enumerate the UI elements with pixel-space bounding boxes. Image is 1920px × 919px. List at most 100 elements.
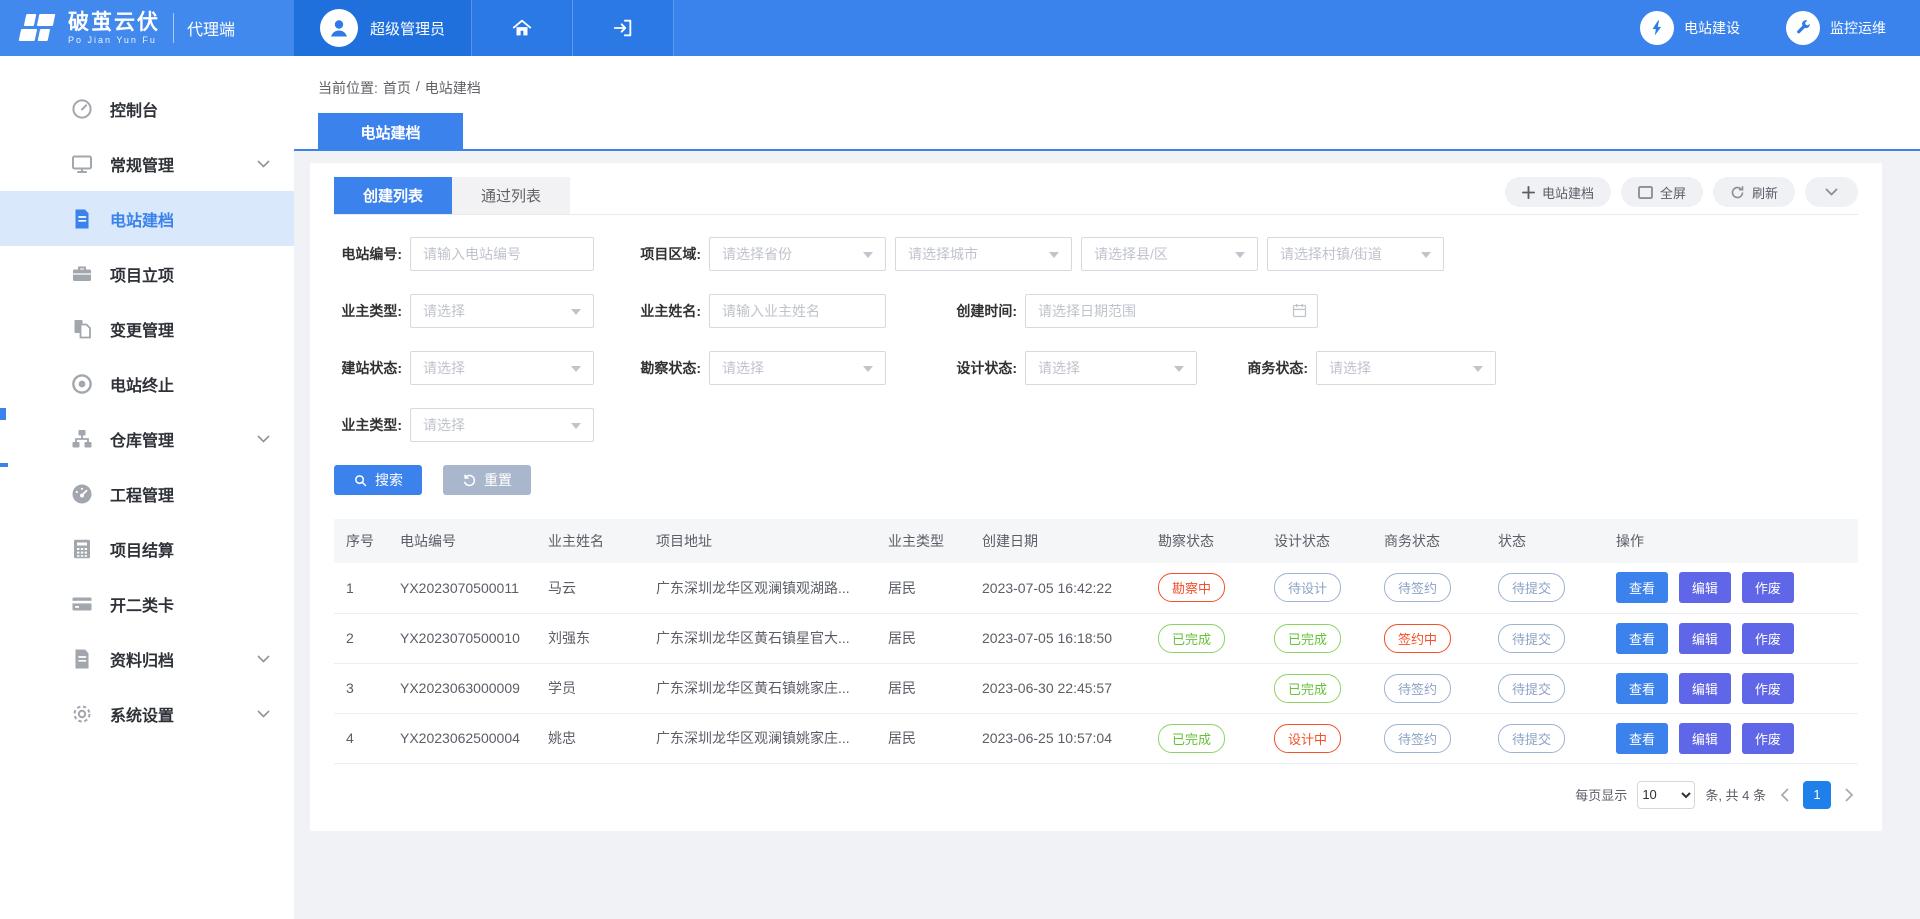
- nav-label-station-build: 电站建设: [1684, 18, 1740, 38]
- brand-logo-icon: [18, 11, 58, 45]
- province-select[interactable]: 请选择省份: [709, 237, 886, 271]
- status-badge: 待提交: [1498, 724, 1565, 753]
- table-row: 4 YX2023062500004 姚忠 广东深圳龙华区观澜镇姚家庄... 居民…: [334, 713, 1858, 763]
- station-code-input[interactable]: [410, 237, 594, 271]
- nav-item-monitor-ops[interactable]: 监控运维: [1786, 11, 1886, 45]
- tab-passed-list[interactable]: 通过列表: [452, 177, 570, 214]
- col-created: 创建日期: [972, 519, 1148, 563]
- sidebar-item-general-mgmt[interactable]: 常规管理: [0, 136, 294, 191]
- sidebar-item-project-initiation[interactable]: 项目立项: [0, 246, 294, 301]
- avatar: [320, 9, 358, 47]
- table-row: 3 YX2023063000009 学员 广东深圳龙华区黄石镇姚家庄... 居民…: [334, 663, 1858, 713]
- col-survey: 勘察状态: [1148, 519, 1264, 563]
- chevron-down-icon: [257, 435, 270, 443]
- survey-status-select[interactable]: 请选择: [709, 351, 886, 385]
- sidebar-item-warehouse-mgmt[interactable]: 仓库管理: [0, 411, 294, 466]
- edit-button[interactable]: 编辑: [1679, 673, 1731, 704]
- prev-page-button[interactable]: [1776, 788, 1793, 802]
- cell-code: YX2023070500011: [390, 563, 538, 613]
- fullscreen-button[interactable]: 全屏: [1621, 177, 1703, 207]
- owner-type-select[interactable]: 请选择: [410, 294, 594, 328]
- tab-create-list[interactable]: 创建列表: [334, 177, 452, 214]
- edit-button[interactable]: 编辑: [1679, 723, 1731, 754]
- void-button[interactable]: 作废: [1742, 572, 1794, 603]
- chevron-right-icon: [1845, 788, 1854, 802]
- edit-button[interactable]: 编辑: [1679, 572, 1731, 603]
- view-button[interactable]: 查看: [1616, 572, 1668, 603]
- sidebar-label: 工程管理: [110, 482, 174, 506]
- status-badge: 已完成: [1158, 624, 1225, 653]
- reset-button[interactable]: 重置: [443, 465, 531, 495]
- refresh-button[interactable]: 刷新: [1713, 177, 1795, 207]
- owner-type-2-select[interactable]: 请选择: [410, 408, 594, 442]
- logout-button[interactable]: [573, 0, 674, 56]
- void-button[interactable]: 作废: [1742, 673, 1794, 704]
- reset-icon: [462, 473, 477, 488]
- business-status-placeholder: 请选择: [1329, 358, 1371, 378]
- topbar: 当前位置: 首页 / 电站建档 电站建档: [294, 56, 1920, 151]
- page-number-1[interactable]: 1: [1803, 781, 1831, 809]
- owner-name-input[interactable]: [709, 294, 886, 328]
- sidebar: 控制台 常规管理 电站建档 项目立项: [0, 56, 294, 919]
- search-button[interactable]: 搜索: [334, 465, 422, 495]
- cell-address: 广东深圳龙华区黄石镇姚家庄...: [646, 663, 878, 713]
- status-badge: 已完成: [1274, 674, 1341, 703]
- filter-owner-type-2: 业主类型: 请选择: [334, 408, 594, 442]
- sidebar-item-change-mgmt[interactable]: 变更管理: [0, 301, 294, 356]
- business-status-select[interactable]: 请选择: [1316, 351, 1496, 385]
- collapse-button[interactable]: [1805, 177, 1858, 207]
- total-label: 条, 共 4 条: [1705, 785, 1766, 804]
- reset-label: 重置: [484, 470, 512, 490]
- cell-address: 广东深圳龙华区观澜镇姚家庄...: [646, 713, 878, 763]
- design-status-select[interactable]: 请选择: [1025, 351, 1197, 385]
- cell-no: 1: [334, 563, 390, 613]
- sidebar-item-engineering-mgmt[interactable]: 工程管理: [0, 466, 294, 521]
- search-label: 搜索: [375, 470, 403, 490]
- table-header-row: 序号 电站编号 业主姓名 项目地址 业主类型 创建日期 勘察状态 设计状态 商务…: [334, 519, 1858, 563]
- user-section[interactable]: 超级管理员: [294, 0, 472, 56]
- void-button[interactable]: 作废: [1742, 623, 1794, 654]
- build-status-placeholder: 请选择: [423, 358, 465, 378]
- sidebar-item-data-archive[interactable]: 资料归档: [0, 631, 294, 686]
- page-size-select[interactable]: 10: [1637, 781, 1695, 809]
- sidebar-item-station-archive[interactable]: 电站建档: [0, 191, 294, 246]
- town-select[interactable]: 请选择村镇/街道: [1267, 237, 1444, 271]
- city-select[interactable]: 请选择城市: [895, 237, 1072, 271]
- cell-created: 2023-06-30 22:45:57: [972, 663, 1148, 713]
- toolbar: 电站建档 全屏 刷新: [1505, 177, 1858, 214]
- refresh-icon: [1730, 185, 1745, 200]
- settings-icon: [70, 702, 94, 726]
- view-button[interactable]: 查看: [1616, 673, 1668, 704]
- create-station-button[interactable]: 电站建档: [1505, 177, 1611, 207]
- filter-design-status: 设计状态: 请选择: [949, 351, 1197, 385]
- sidebar-item-console[interactable]: 控制台: [0, 81, 294, 136]
- status-badge: 待提交: [1498, 624, 1565, 653]
- sidebar-item-system-settings[interactable]: 系统设置: [0, 686, 294, 741]
- date-range-input[interactable]: [1025, 294, 1318, 328]
- cell-no: 3: [334, 663, 390, 713]
- breadcrumb-home[interactable]: 首页: [383, 78, 411, 98]
- home-button[interactable]: [472, 0, 573, 56]
- chevron-down-icon: [257, 655, 270, 663]
- sidebar-item-project-settlement[interactable]: 项目结算: [0, 521, 294, 576]
- app-header: 破茧云伏 Po Jian Yun Fu 代理端 超级管理员: [0, 0, 1920, 56]
- edit-button[interactable]: 编辑: [1679, 623, 1731, 654]
- build-status-select[interactable]: 请选择: [410, 351, 594, 385]
- view-button[interactable]: 查看: [1616, 623, 1668, 654]
- build-status-label: 建站状态:: [334, 358, 402, 378]
- caret-icon: [1174, 366, 1184, 377]
- status-badge: 待设计: [1274, 573, 1341, 602]
- sidebar-item-station-termination[interactable]: 电站终止: [0, 356, 294, 411]
- design-status-placeholder: 请选择: [1038, 358, 1080, 378]
- next-page-button[interactable]: [1841, 788, 1858, 802]
- brand-name: 破茧云伏: [68, 12, 160, 33]
- chevron-down-icon: [257, 160, 270, 168]
- page-tab-station-archive[interactable]: 电站建档: [318, 113, 463, 151]
- void-button[interactable]: 作废: [1742, 723, 1794, 754]
- nav-item-station-build[interactable]: 电站建设: [1640, 11, 1740, 45]
- county-select[interactable]: 请选择县/区: [1081, 237, 1258, 271]
- view-button[interactable]: 查看: [1616, 723, 1668, 754]
- status-badge: 待签约: [1384, 724, 1451, 753]
- breadcrumb-label: 当前位置:: [318, 78, 378, 98]
- sidebar-item-open-card[interactable]: 开二类卡: [0, 576, 294, 631]
